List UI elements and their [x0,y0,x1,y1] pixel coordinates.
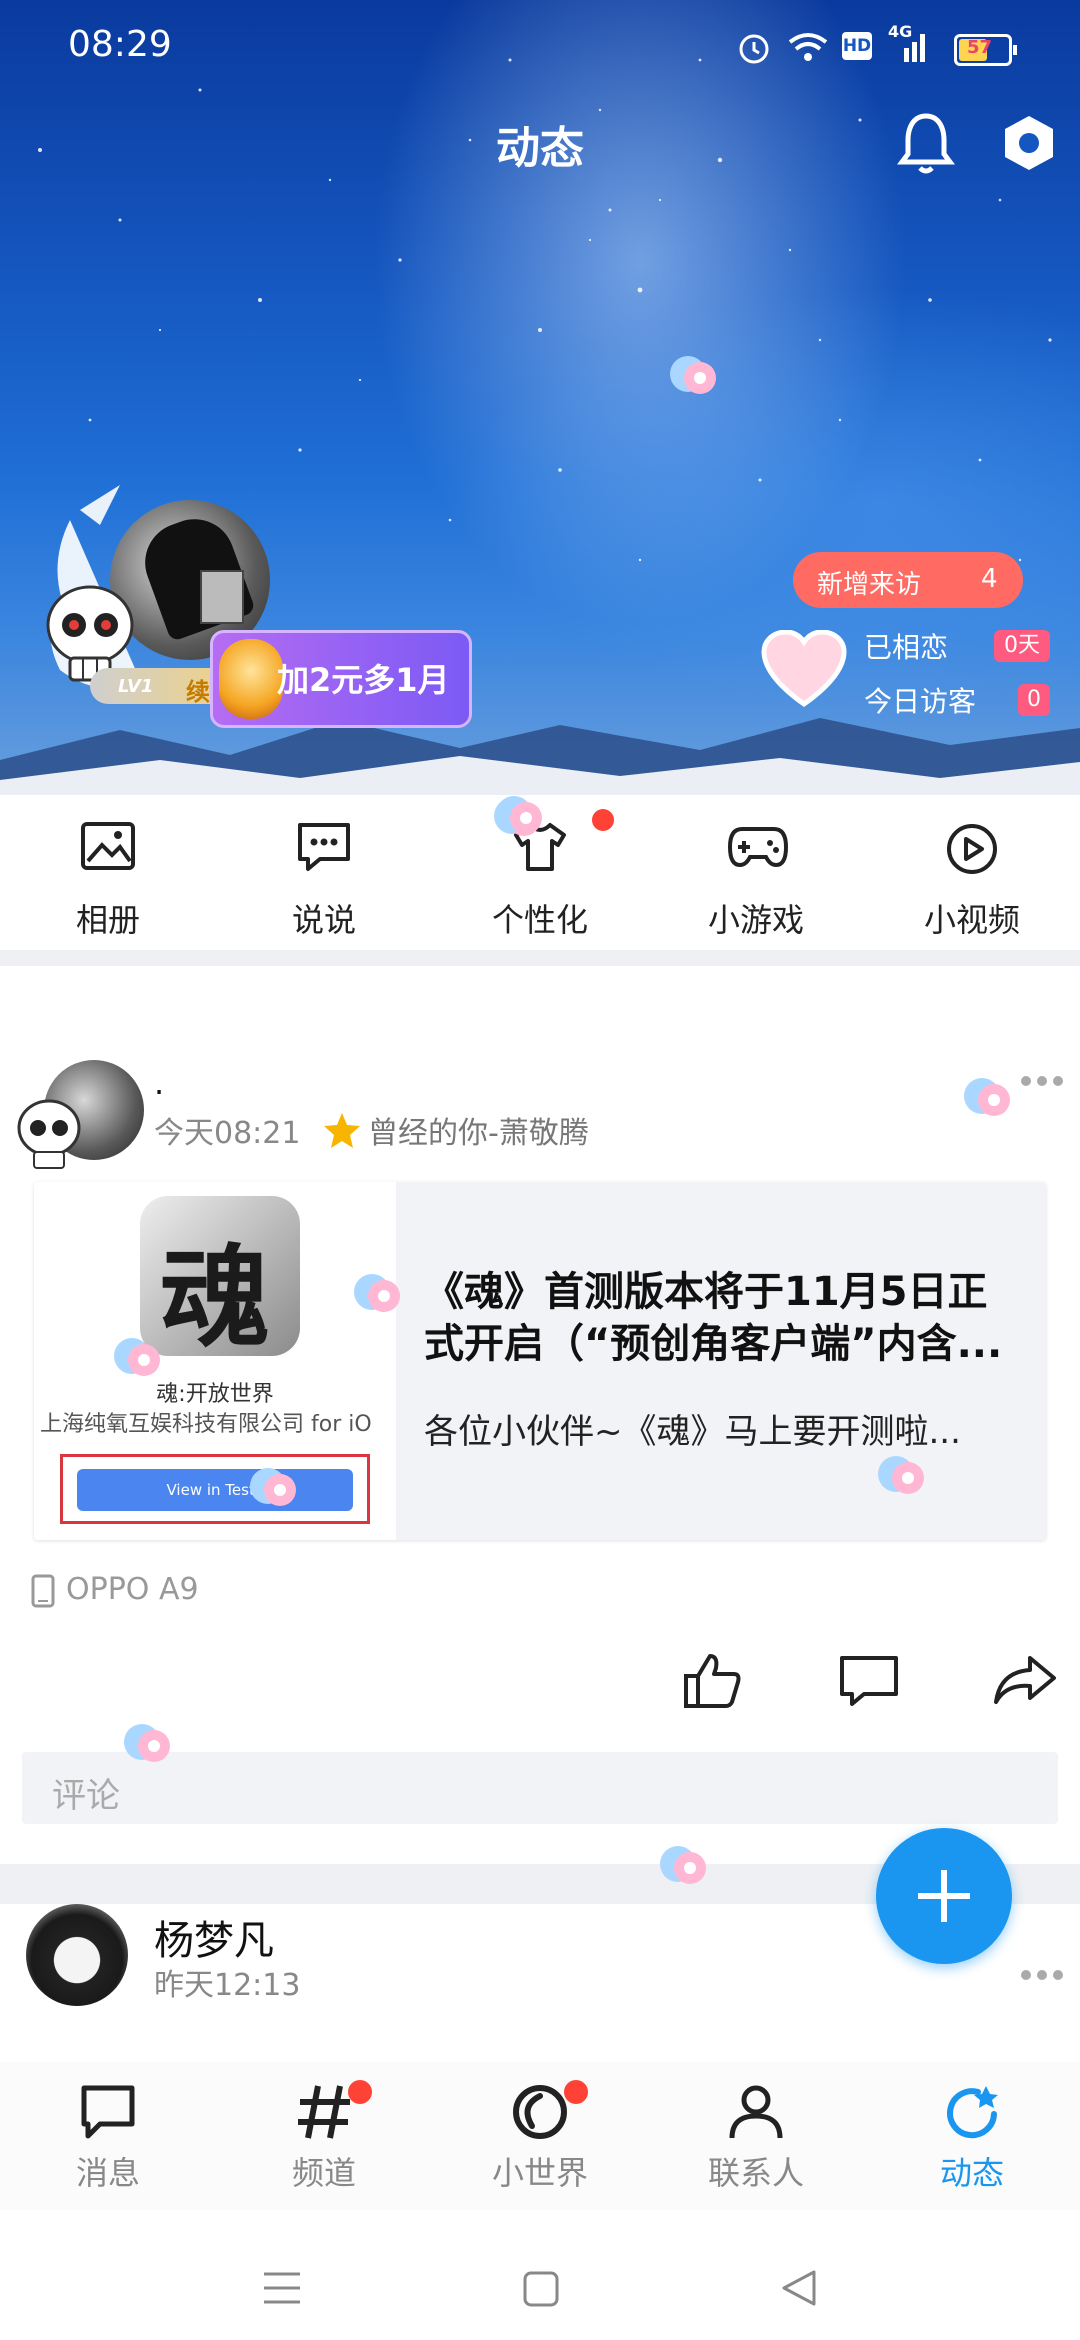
comment-input[interactable]: 评论 [22,1752,1058,1824]
chat-bubble-icon [298,823,350,871]
message-icon [81,2085,135,2139]
pacifier-sticker-icon [670,356,716,394]
heart-icon[interactable] [760,630,848,710]
section-divider [0,950,1080,966]
status-bar: 08:29 HD 4G 57 [0,0,1080,96]
game-app-name: 魂:开放世界 [156,1382,274,1407]
today-visitors-label: 今日访客 [864,685,977,718]
like-thumb-icon[interactable] [682,1650,742,1710]
card-thumbnail: 魂 魂:开放世界 上海纯氧互娱科技有限公司 for iO View in Tes… [34,1182,396,1540]
together-value-badge: 0天 [994,630,1050,662]
hashtag-icon [298,2085,350,2139]
quick-action-label: 小视频 [923,901,1020,939]
nav-tab-channels[interactable]: 频道 [216,2062,432,2210]
pacifier-sticker-icon [878,1456,924,1494]
phone-device-icon [31,1574,55,1608]
system-navigation-bar [0,2210,1080,2340]
level-text: LV1 [118,676,154,697]
today-visitors-badge: 0 [1018,684,1050,716]
cellular-signal-icon: 4G [888,22,928,64]
header-banner: 08:29 HD 4G 57 动态 LV1 加2元多1月 新增来访 4 已相恋 … [0,0,1080,795]
post-author-avatar[interactable] [26,1904,128,2006]
play-circle-icon [947,824,997,874]
comment-placeholder: 评论 [52,1776,120,1816]
pacifier-sticker-icon [496,796,542,834]
post-device: OPPO A9 [66,1572,199,1607]
post-time: 昨天12:13 [154,1968,301,2003]
pacifier-sticker-icon [124,1724,170,1762]
nav-label: 消息 [75,2154,140,2192]
pacifier-sticker-icon [114,1338,160,1376]
home-square-icon[interactable] [522,2270,560,2308]
network-type: 4G [888,22,913,41]
post-time: 今天08:21 [154,1116,301,1151]
nav-tab-small-world[interactable]: 小世界 [432,2062,648,2210]
quick-action-label: 小游戏 [707,901,804,939]
personalize-red-dot [592,809,614,831]
alarm-icon [739,34,769,64]
share-arrow-icon[interactable] [992,1654,1058,1706]
card-title: 《魂》首测版本将于11月5日正式开启（“预创角客户端”内含... [424,1269,1003,1367]
new-visits-count: 4 [981,564,998,594]
view-in-testflight-button: View in TestF [77,1469,353,1511]
settings-icon[interactable] [998,112,1060,174]
quick-action-videos[interactable]: 小视频 [864,795,1080,950]
music-star-icon [324,1113,360,1148]
together-label: 已相恋 [864,631,949,664]
promo-label: 加2元多1月 [277,661,450,699]
notification-bell-icon[interactable] [896,110,956,176]
game-company: 上海纯氧互娱科技有限公司 for iO [40,1412,372,1437]
small-world-icon [513,2085,567,2139]
small-world-red-dot [564,2080,588,2104]
quick-action-label: 个性化 [491,901,588,939]
photo-album-icon [81,822,135,870]
refresh-star-icon [947,2086,998,2139]
battery-icon: 57 [954,34,1017,66]
contacts-icon [729,2085,783,2139]
channels-red-dot [348,2080,372,2104]
post-author-avatar[interactable] [14,1050,144,1180]
back-triangle-icon[interactable] [780,2268,818,2308]
new-visits-label: 新增来访 [817,570,922,600]
nav-label: 动态 [939,2154,1004,2192]
nav-label: 小世界 [491,2154,588,2192]
nav-label: 联系人 [707,2154,804,2192]
gamepad-icon [728,827,788,868]
more-options-icon[interactable] [1020,1074,1064,1088]
quick-action-label: 相册 [75,901,140,939]
game-icon-char: 魂 [160,1233,270,1356]
nav-label: 频道 [291,2154,356,2192]
hd-icon: HD [842,32,872,60]
quick-action-album[interactable]: 相册 [0,795,216,950]
status-time: 08:29 [68,24,172,65]
skull-decoration-icon [17,1099,81,1169]
nav-tab-messages[interactable]: 消息 [0,2062,216,2210]
comment-bubble-icon[interactable] [838,1654,900,1708]
quick-action-games[interactable]: 小游戏 [648,795,864,950]
nav-tab-feed[interactable]: 动态 [864,2062,1080,2210]
post-author-name[interactable]: . [154,1064,164,1102]
wifi-icon [788,33,828,61]
bottom-navigation: 消息 频道 小世界 联系人 动态 [0,2062,1080,2210]
card-description: 各位小伙伴~《魂》马上要开测啦... [424,1412,961,1452]
pacifier-sticker-icon [250,1468,296,1506]
pacifier-sticker-icon [964,1078,1010,1116]
post-song[interactable]: 曾经的你-萧敬腾 [368,1108,589,1152]
new-visits-pill[interactable]: 新增来访 4 [793,552,1023,608]
promo-banner-button[interactable]: 加2元多1月 [210,630,472,728]
mascot-icon [219,639,283,719]
quick-action-label: 说说 [291,901,356,939]
battery-level: 57 [967,37,993,58]
testflight-highlight: View in TestF [60,1454,370,1524]
post-author-name[interactable]: 杨梦凡 [154,1908,274,1966]
nav-tab-contacts[interactable]: 联系人 [648,2062,864,2210]
pacifier-sticker-icon [660,1846,706,1884]
compose-fab-button[interactable] [876,1828,1012,1964]
quick-action-status[interactable]: 说说 [216,795,432,950]
menu-icon[interactable] [262,2270,302,2306]
pacifier-sticker-icon [354,1274,400,1312]
more-options-icon[interactable] [1020,1968,1064,1982]
plus-icon [918,1870,970,1922]
